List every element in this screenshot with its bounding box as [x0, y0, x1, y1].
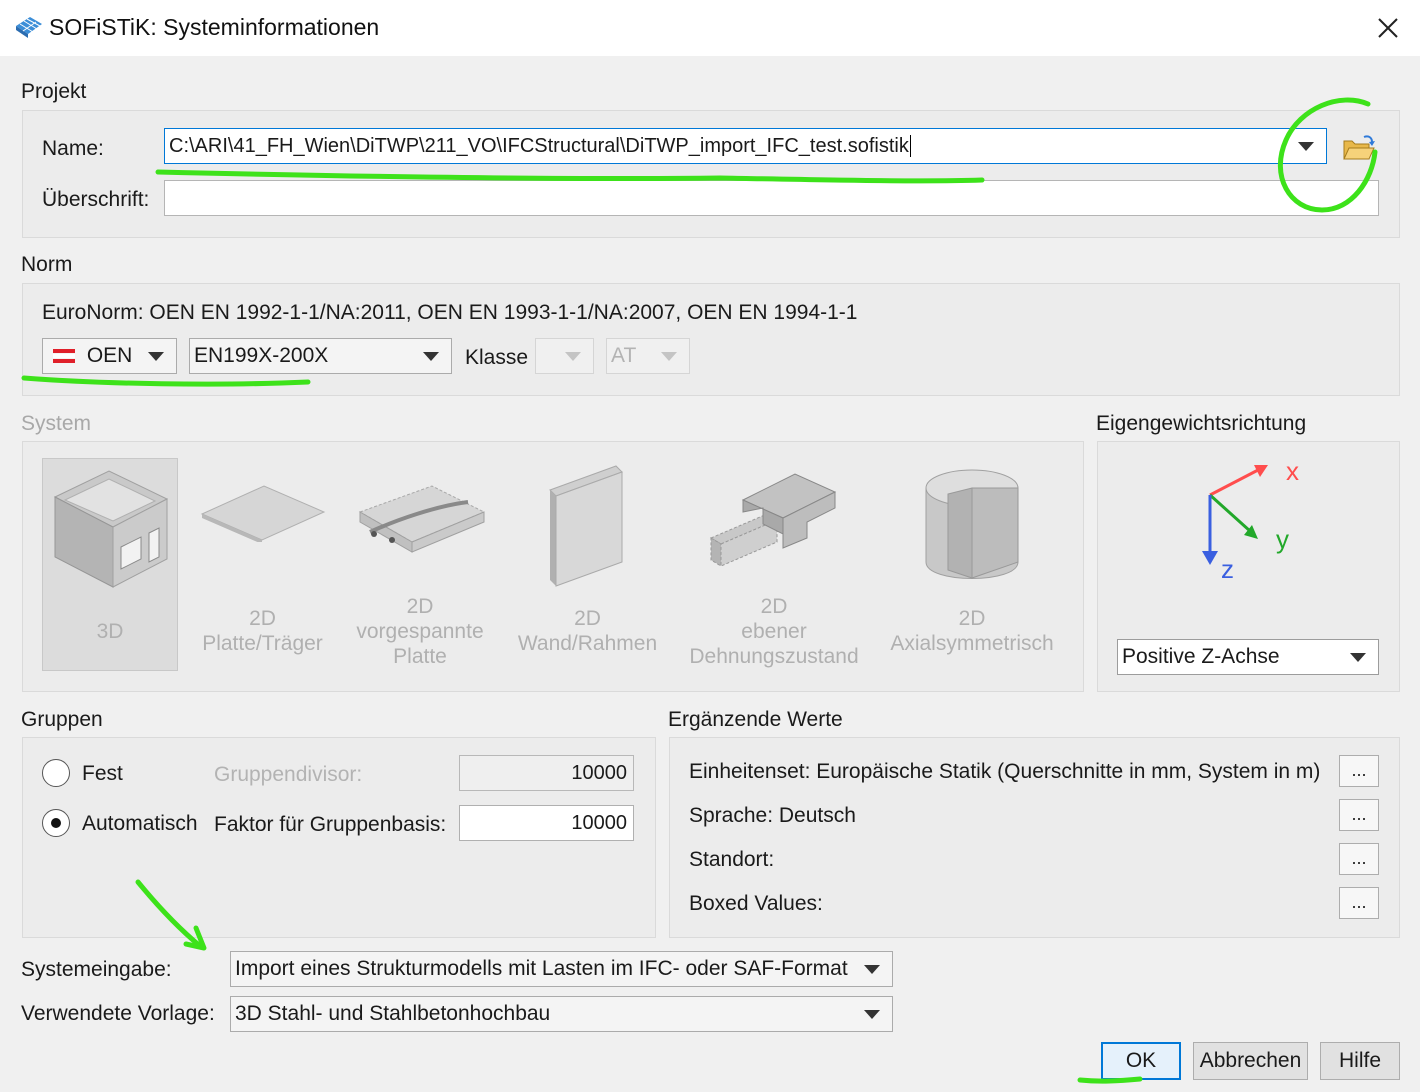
axis-x-label: x [1286, 456, 1299, 486]
2d-wall-icon [549, 465, 623, 587]
system-strain-line1: 2D [760, 595, 788, 618]
region-dropdown[interactable]: AT [606, 338, 690, 374]
gruppendivisor-label: Gruppendivisor: [214, 763, 363, 786]
system-wall-line2: Wand/Rahmen [517, 632, 658, 655]
chevron-down-icon [565, 352, 581, 361]
system-option-wand-rahmen[interactable]: 2D Wand/Rahmen [510, 458, 665, 671]
radio-fest[interactable] [42, 759, 70, 787]
ueberschrift-label: Überschrift: [42, 188, 150, 211]
title-bar: SOFiSTiK: Systeminformationen [0, 0, 1420, 56]
chevron-down-icon [148, 352, 164, 361]
system-prestressed-line2: vorgespannte [356, 620, 484, 643]
sofistik-logo-icon [16, 17, 42, 38]
system-axisym-line1: 2D [958, 607, 986, 630]
region-value: AT [611, 344, 637, 367]
direction-dropdown[interactable]: Positive Z-Achse [1117, 639, 1379, 675]
einheitenset-label: Einheitenset: Europäische Statik (Quersc… [689, 760, 1321, 783]
country-dropdown[interactable]: OEN [42, 338, 177, 374]
close-icon [1378, 18, 1398, 38]
country-value: OEN [86, 344, 133, 367]
system-plate-line2: Platte/Träger [202, 632, 323, 655]
system-section-label: System [21, 412, 92, 435]
2d-axisymmetric-icon [925, 469, 1019, 579]
eigengewicht-section-label: Eigengewichtsrichtung [1096, 412, 1307, 435]
system-prestressed-line1: 2D [406, 595, 434, 618]
chevron-down-icon [423, 352, 439, 361]
axis-y-label: y [1276, 524, 1289, 554]
name-label: Name: [42, 137, 104, 160]
folder-open-icon [1343, 135, 1375, 160]
automatisch-label: Automatisch [82, 812, 198, 835]
system-wall-line1: 2D [574, 607, 601, 630]
chevron-down-icon [864, 965, 880, 974]
system-strain-line3: Dehnungszustand [689, 645, 859, 668]
sprache-browse-button[interactable]: ... [1339, 799, 1379, 831]
klasse-label: Klasse [465, 346, 529, 369]
help-button[interactable]: Hilfe [1320, 1042, 1400, 1080]
system-option-ebener-dehnungszustand[interactable]: 2D ebener Dehnungszustand [685, 458, 863, 671]
system-option-3d[interactable]: 3D [42, 458, 178, 671]
direction-value: Positive Z-Achse [1122, 645, 1280, 668]
2d-plate-icon [200, 485, 326, 542]
vorlage-value: 3D Stahl- und Stahlbetonhochbau [235, 1002, 551, 1025]
systemeingabe-label: Systemeingabe: [21, 958, 172, 981]
radio-automatisch[interactable] [42, 809, 70, 837]
system-axisym-line2: Axialsymmetrisch [890, 632, 1054, 655]
axis-z-label: z [1221, 554, 1234, 584]
faktor-input[interactable]: 10000 [459, 805, 634, 841]
standard-dropdown[interactable]: EN199X-200X [189, 338, 452, 374]
3d-box-icon [53, 470, 169, 588]
ergaenzende-section-label: Ergänzende Werte [668, 708, 843, 731]
2d-plane-strain-icon [709, 473, 837, 567]
austria-flag-icon [53, 349, 75, 364]
system-option-axialsymmetrisch[interactable]: 2D Axialsymmetrisch [882, 458, 1062, 671]
window-title: SOFiSTiK: Systeminformationen [49, 14, 380, 40]
faktor-label: Faktor für Gruppenbasis: [214, 813, 447, 836]
ueberschrift-input[interactable] [164, 180, 1379, 216]
system-plate-line1: 2D [249, 607, 276, 630]
system-3d-label: 3D [96, 620, 124, 643]
project-name-value: C:\ARI\41_FH_Wien\DiTWP\211_VO\IFCStruct… [169, 135, 909, 157]
standort-label: Standort: [689, 848, 775, 871]
projekt-section-label: Projekt [21, 80, 87, 103]
fest-label: Fest [82, 762, 123, 785]
system-prestressed-line3: Platte [393, 645, 447, 668]
boxed-values-browse-button[interactable]: ... [1339, 887, 1379, 919]
euronorm-text: EuroNorm: OEN EN 1992-1-1/NA:2011, OEN E… [42, 301, 858, 324]
gruppen-section-label: Gruppen [21, 708, 103, 731]
ok-button[interactable]: OK [1101, 1042, 1181, 1080]
system-option-vorgespannte-platte[interactable]: 2D vorgespannte Platte [350, 458, 490, 671]
cancel-button[interactable]: Abbrechen [1193, 1042, 1308, 1080]
vorlage-label: Verwendete Vorlage: [21, 1002, 215, 1025]
systemeingabe-dropdown[interactable]: Import eines Strukturmodells mit Lasten … [230, 951, 893, 987]
boxed-values-label: Boxed Values: [689, 892, 823, 915]
project-name-combobox[interactable]: C:\ARI\41_FH_Wien\DiTWP\211_VO\IFCStruct… [164, 128, 1327, 164]
2d-prestressed-plate-icon [358, 485, 486, 553]
sprache-label: Sprache: Deutsch [689, 804, 856, 827]
close-button[interactable] [1360, 6, 1416, 50]
standort-browse-button[interactable]: ... [1339, 843, 1379, 875]
system-strain-line2: ebener [741, 620, 807, 643]
klasse-dropdown[interactable] [535, 338, 594, 374]
system-option-platte-traeger[interactable]: 2D Platte/Träger [190, 458, 335, 671]
chevron-down-icon[interactable] [1298, 142, 1314, 151]
gruppendivisor-input[interactable]: 10000 [459, 755, 634, 791]
standard-value: EN199X-200X [194, 344, 329, 367]
open-folder-button[interactable] [1341, 133, 1375, 163]
chevron-down-icon [1350, 653, 1366, 662]
einheitenset-browse-button[interactable]: ... [1339, 755, 1379, 787]
vorlage-dropdown[interactable]: 3D Stahl- und Stahlbetonhochbau [230, 996, 893, 1032]
norm-section-label: Norm [21, 253, 73, 276]
chevron-down-icon [864, 1010, 880, 1019]
systemeingabe-value: Import eines Strukturmodells mit Lasten … [235, 957, 848, 980]
chevron-down-icon [661, 352, 677, 361]
